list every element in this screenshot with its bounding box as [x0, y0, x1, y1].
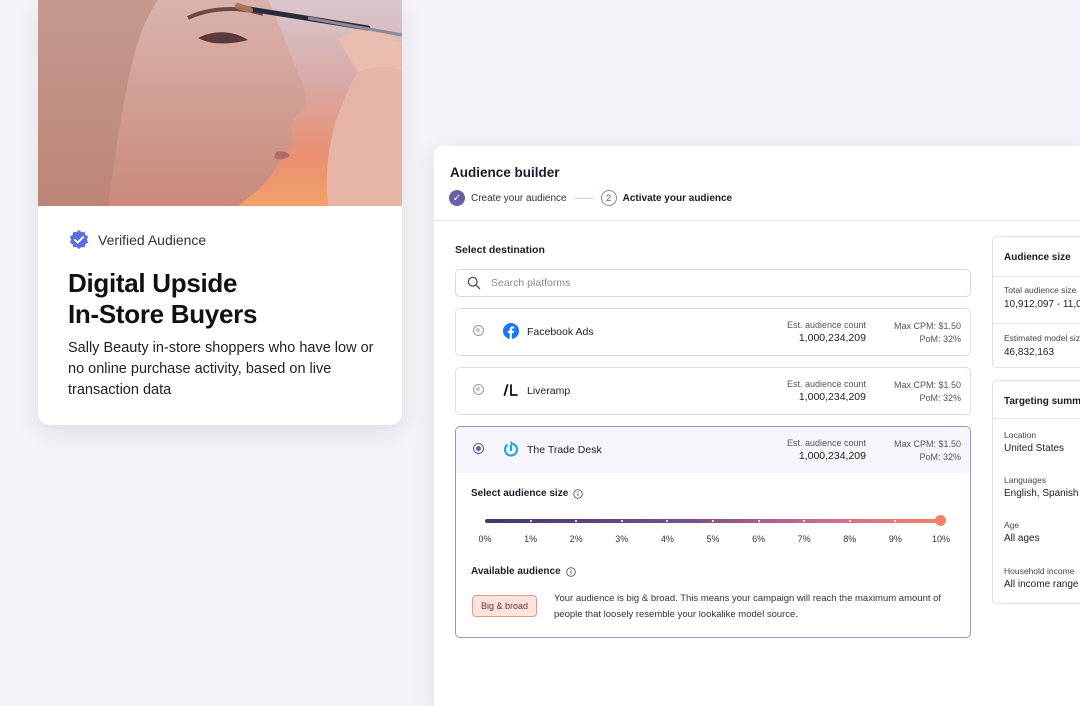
est-audience-label: Est. audience count [786, 379, 866, 389]
age-value: All ages [1004, 533, 1040, 544]
step-2-number: 2 [600, 190, 617, 206]
promo-title: Digital Upside In-Store Buyers [68, 268, 388, 330]
promo-description: Sally Beauty in-store shoppers who have … [68, 340, 374, 398]
audience-size-heading-row: Select audience size [471, 488, 584, 499]
search-input[interactable] [489, 276, 933, 290]
liveramp-icon [503, 384, 518, 396]
slider-tick-label: 3% [615, 534, 629, 544]
facebook-icon [503, 323, 519, 339]
audience-builder-panel: Audience builder ✓ Create your audience … [434, 146, 1080, 706]
promo-photo [38, 0, 402, 206]
slider-tick-label: 2% [569, 534, 583, 544]
max-cpm: Max CPM: $1.50 [893, 439, 961, 449]
promo-title-line2: In-Store Buyers [68, 299, 258, 329]
languages-label: Languages [1004, 475, 1047, 485]
destination-name: Liveramp [527, 385, 571, 397]
targeting-summary-title: Targeting summary [1004, 396, 1080, 407]
step-1-label[interactable]: Create your audience [471, 193, 567, 204]
model-size-value: 46,832,163 [1004, 347, 1055, 358]
slider-tick-label: 4% [660, 534, 674, 544]
slider-tick-label: 8% [843, 534, 857, 544]
destination-the-trade-desk[interactable]: The Trade Desk Est. audience count 1,000… [455, 426, 971, 474]
pom: PoM: 32% [919, 393, 961, 403]
card-divider [993, 276, 1080, 277]
slider-tick-label: 1% [524, 534, 538, 544]
audience-size-heading: Select audience size [471, 488, 569, 499]
promo-title-line1: Digital Upside [68, 268, 238, 298]
audience-size-slider-handle[interactable] [935, 515, 946, 526]
select-destination-heading: Select destination [455, 244, 545, 256]
model-size-label: Estimated model size [1004, 333, 1080, 343]
radio-facebook-ads[interactable] [473, 325, 484, 336]
destination-settings: Select audience size 0% 1% 2% 3% 4% 5% 6% 7% 8% 9… [455, 473, 971, 638]
est-audience-value: 1,000,234,209 [798, 391, 866, 403]
audience-reach-badge: Big & broad [472, 595, 538, 617]
destination-liveramp[interactable]: Liveramp Est. audience count 1,000,234,2… [455, 367, 971, 415]
verified-label: Verified Audience [98, 232, 207, 248]
age-label: Age [1004, 520, 1020, 530]
step-connector [574, 197, 593, 199]
slider-tick-dot [848, 520, 851, 522]
destination-name: Facebook Ads [527, 326, 594, 338]
est-audience-label: Est. audience count [786, 320, 866, 330]
panel-title: Audience builder [450, 165, 560, 180]
targeting-summary-card: Targeting summary Location United States… [992, 380, 1080, 604]
radio-liveramp[interactable] [473, 384, 484, 395]
audience-size-card: Audience size Total audience size 10,912… [992, 236, 1080, 368]
pom: PoM: 32% [919, 452, 961, 462]
audience-size-card-title: Audience size [1004, 252, 1071, 263]
total-audience-label: Total audience size [1004, 285, 1077, 295]
available-audience-heading-row: Available audience [471, 566, 576, 577]
est-audience-value: 1,000,234,209 [798, 332, 866, 344]
search-icon [467, 276, 481, 290]
search-box[interactable] [455, 269, 971, 297]
total-audience-value: 10,912,097 - 11,02 [1004, 299, 1080, 310]
available-audience-description: Your audience is big & broad. This means… [554, 593, 942, 620]
slider-tick-dot [529, 520, 532, 522]
step-2-label[interactable]: Activate your audience [623, 193, 732, 204]
destination-name: The Trade Desk [527, 444, 602, 456]
slider-tick-label: 10% [931, 534, 950, 544]
slider-tick-label: 7% [797, 534, 811, 544]
est-audience-value: 1,000,234,209 [798, 450, 866, 462]
est-audience-label: Est. audience count [786, 438, 866, 448]
slider-tick-label: 5% [706, 534, 720, 544]
slider-tick-dot [712, 520, 714, 522]
household-income-value: All income range [1004, 579, 1079, 590]
radio-the-trade-desk[interactable] [473, 443, 484, 454]
pom: PoM: 32% [919, 334, 961, 344]
location-value: United States [1004, 443, 1065, 454]
max-cpm: Max CPM: $1.50 [893, 380, 961, 390]
max-cpm: Max CPM: $1.50 [893, 321, 961, 331]
destination-facebook-ads[interactable]: Facebook Ads Est. audience count 1,000,2… [455, 308, 971, 356]
trade-desk-icon [504, 441, 518, 457]
stepper: ✓ Create your audience 2 Activate your a… [449, 190, 732, 206]
info-icon[interactable] [565, 566, 576, 577]
household-income-label: Household income [1004, 566, 1075, 576]
verified-badge-icon [69, 229, 89, 250]
card-divider [993, 418, 1080, 419]
info-icon[interactable] [573, 488, 584, 499]
slider-tick-dot [757, 520, 760, 522]
slider-tick-label: 9% [888, 534, 902, 544]
languages-value: English, Spanish [1004, 488, 1079, 499]
step-complete-check-icon: ✓ [449, 190, 465, 206]
location-label: Location [1004, 430, 1037, 440]
slider-tick-dot [620, 520, 623, 522]
card-divider [993, 323, 1080, 324]
header-divider [434, 220, 1080, 221]
available-audience-heading: Available audience [471, 566, 561, 577]
slider-tick-label: 6% [752, 534, 766, 544]
audience-promo-card[interactable]: Verified Audience Digital Upside In-Stor… [38, 0, 402, 425]
slider-tick-label: 0% [478, 534, 492, 544]
verified-row: Verified Audience [68, 229, 206, 251]
